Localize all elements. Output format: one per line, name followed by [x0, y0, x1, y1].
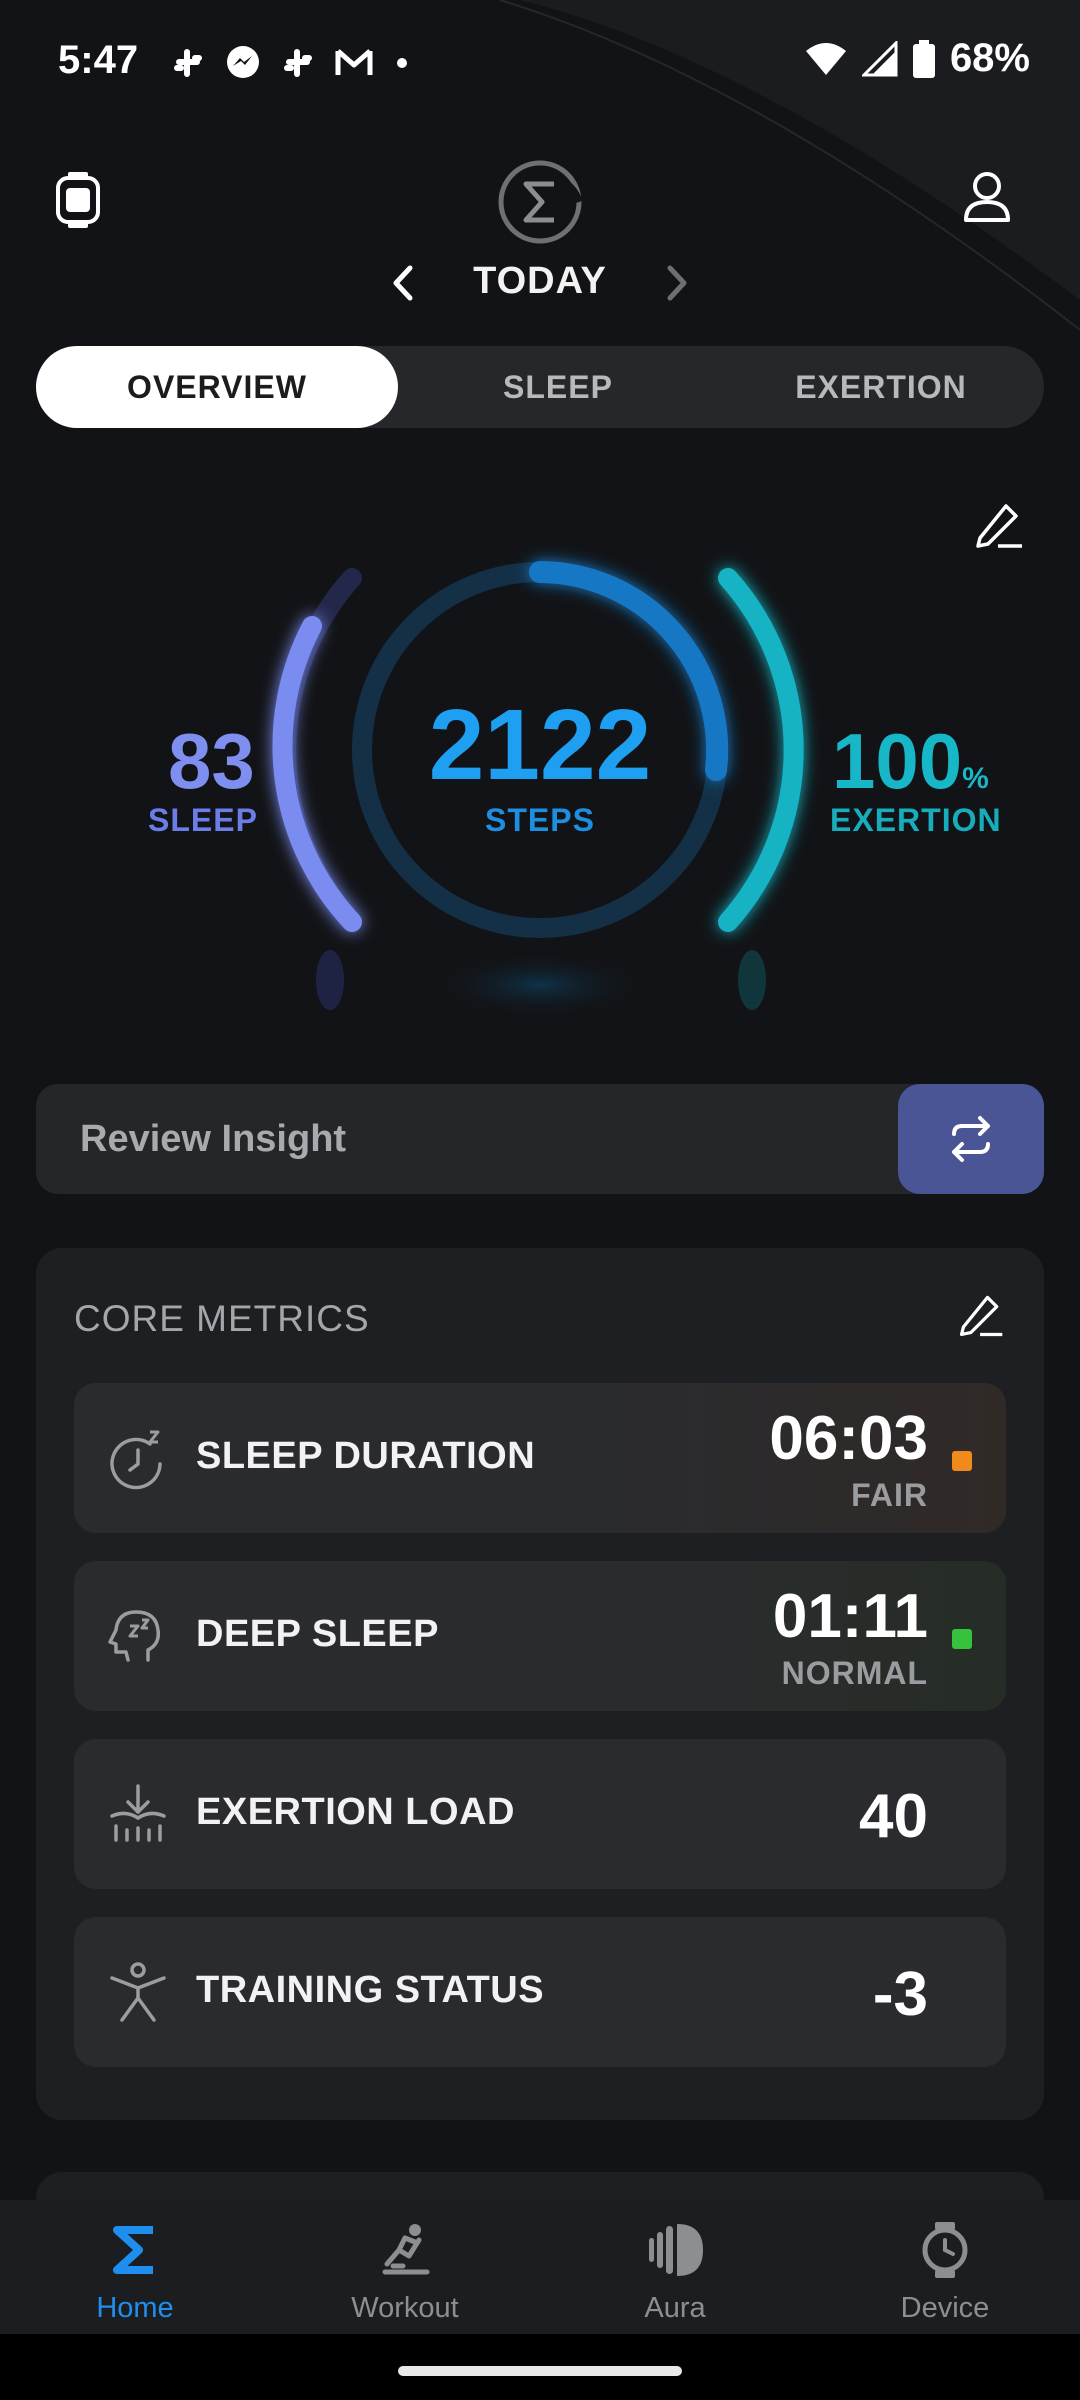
status-time: 5:47 [58, 38, 139, 82]
workout-icon [375, 2220, 435, 2280]
watch-icon [915, 2220, 975, 2280]
metric-sleep-duration[interactable]: SLEEP DURATION 06:03 FAIR [74, 1383, 1006, 1533]
bottom-navigation: Home Workout Aura Device [0, 2200, 1080, 2334]
nav-label: Device [900, 2292, 990, 2324]
tab-overview[interactable]: OVERVIEW [36, 346, 398, 428]
dot-icon [392, 53, 412, 73]
sigma-icon [105, 2220, 165, 2280]
steps-count[interactable]: 2122 [380, 688, 700, 803]
exertion-score-unit: % [962, 762, 989, 795]
system-icons: 68% [804, 36, 1030, 81]
review-insight-label: Review Insight [80, 1118, 347, 1160]
sleep-score[interactable]: 83 [168, 716, 255, 807]
slack-icon [170, 45, 206, 81]
sleep-arc-progress [272, 616, 362, 932]
metric-name: SLEEP DURATION [196, 1435, 536, 1477]
messenger-icon [224, 44, 262, 82]
metric-value: 40 [859, 1782, 928, 1851]
exertion-load-icon [106, 1782, 170, 1846]
sigma-logo [496, 158, 584, 246]
review-insight-card[interactable]: Review Insight [36, 1084, 1044, 1194]
view-tabs: OVERVIEW SLEEP EXERTION [36, 346, 1044, 428]
deep-sleep-head-icon [106, 1604, 170, 1668]
metric-status: FAIR [851, 1477, 928, 1513]
metric-value: 01:11 [772, 1582, 928, 1651]
battery-icon [912, 39, 936, 79]
notification-icons [170, 44, 412, 82]
next-day-button[interactable] [650, 258, 700, 308]
metric-training-status[interactable]: TRAINING STATUS -3 [74, 1917, 1006, 2067]
swap-icon [952, 1116, 990, 1162]
metric-name: TRAINING STATUS [196, 1969, 545, 2011]
battery-percent: 68% [949, 36, 1030, 80]
person-stretch-icon [106, 1960, 170, 2024]
nav-label: Home [96, 2292, 174, 2324]
status-indicator [952, 1629, 972, 1649]
gesture-bar [0, 2334, 1080, 2400]
wifi-icon [804, 41, 848, 77]
nav-label: Workout [351, 2292, 459, 2324]
gmail-icon [334, 47, 374, 79]
nav-label: Aura [644, 2292, 706, 2324]
home-gesture-handle[interactable] [398, 2366, 682, 2376]
sleep-score-label: SLEEP [148, 802, 258, 838]
previous-day-button[interactable] [380, 258, 430, 308]
exertion-score-value: 100 [832, 717, 963, 805]
nav-workout[interactable]: Workout [270, 2200, 540, 2334]
exertion-score-label: EXERTION [830, 802, 1002, 838]
date-label: TODAY [473, 260, 607, 302]
metric-status: NORMAL [781, 1655, 928, 1691]
edit-metrics-icon[interactable] [956, 1290, 1006, 1340]
profile-icon[interactable] [960, 168, 1014, 228]
sleep-clock-icon [106, 1426, 170, 1490]
status-bar: 5:47 68% [0, 0, 1080, 130]
metric-value: -3 [872, 1960, 928, 2029]
exertion-arc-progress [718, 568, 804, 932]
metric-name: EXERTION LOAD [196, 1791, 515, 1833]
nav-device[interactable]: Device [810, 2200, 1080, 2334]
review-insight-button[interactable] [898, 1084, 1044, 1194]
tab-exertion[interactable]: EXERTION [718, 346, 1044, 428]
watch-icon[interactable] [52, 170, 104, 230]
date-navigator: TODAY [380, 252, 700, 312]
nav-home[interactable]: Home [0, 2200, 270, 2334]
signal-icon [861, 40, 898, 77]
core-metrics-card: CORE METRICS SLEEP DURATION 06:03 FAIR D… [36, 1248, 1044, 2120]
steps-label: STEPS [485, 802, 595, 838]
nav-aura[interactable]: Aura [540, 2200, 810, 2334]
metric-name: DEEP SLEEP [196, 1613, 439, 1655]
aura-icon [645, 2220, 705, 2280]
metric-value: 06:03 [769, 1404, 928, 1473]
metric-deep-sleep[interactable]: DEEP SLEEP 01:11 NORMAL [74, 1561, 1006, 1711]
slack-icon [280, 45, 316, 81]
metric-exertion-load[interactable]: EXERTION LOAD 40 [74, 1739, 1006, 1889]
exertion-score[interactable]: 100% [832, 716, 989, 807]
status-indicator [952, 1451, 972, 1471]
core-metrics-title: CORE METRICS [74, 1298, 370, 1339]
tab-sleep[interactable]: SLEEP [398, 346, 718, 428]
